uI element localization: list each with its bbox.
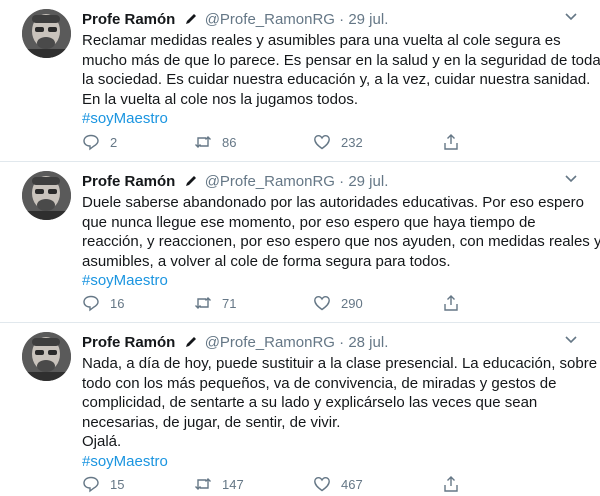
chevron-down-icon[interactable] (564, 174, 578, 184)
reply-icon (83, 476, 99, 493)
tweet-text: Nada, a día de hoy, puede sustituir a la… (82, 354, 598, 472)
share-icon (444, 476, 458, 492)
tweet-line: todo con los más pequeños, va de convive… (82, 374, 557, 392)
like-count: 467 (341, 477, 363, 492)
reply-count: 15 (110, 477, 125, 492)
reply-button[interactable]: 16 (82, 294, 124, 314)
tweet-line: complicidad, de sentarte a su lado y exp… (82, 394, 538, 411)
tweet-line: que nunca llegue ese momento, por eso es… (82, 213, 536, 231)
tweet-actions: 15 147 467 (82, 475, 502, 495)
author-name[interactable]: Profe Ramón (82, 334, 175, 351)
retweet-icon (195, 297, 211, 309)
tweet-line: Duele saberse abandonado por las autorid… (82, 194, 585, 211)
tweet-header: Profe Ramón @Profe_RamonRG · 29 jul. (82, 172, 560, 192)
tweet-text: Reclamar medidas reales y asumibles para… (82, 31, 600, 129)
share-button[interactable] (442, 294, 460, 314)
retweet-count: 147 (222, 477, 244, 492)
tweet-line: Ojalá. (82, 433, 122, 450)
reply-count: 16 (110, 296, 125, 311)
author-handle[interactable]: @Profe_RamonRG (205, 11, 335, 28)
tweet[interactable]: Profe Ramón @Profe_RamonRG · 29 jul. Due… (0, 162, 600, 323)
author-name[interactable]: Profe Ramón (82, 11, 175, 28)
heart-icon (314, 295, 330, 311)
tweet-text: Duele saberse abandonado por las autorid… (82, 193, 600, 291)
share-button[interactable] (442, 133, 460, 153)
tweet-header: Profe Ramón @Profe_RamonRG · 28 jul. (82, 333, 560, 353)
tweet-line: asumibles, a volver al cole de forma seg… (82, 252, 451, 270)
share-icon (444, 295, 458, 311)
tweet-line: En la vuelta al cole nos la jugamos todo… (82, 90, 358, 108)
retweet-icon (195, 136, 211, 148)
like-button[interactable]: 232 (313, 133, 363, 153)
tweet-header: Profe Ramón @Profe_RamonRG · 29 jul. (82, 10, 560, 30)
author-handle[interactable]: @Profe_RamonRG (205, 334, 335, 351)
share-icon (444, 134, 458, 150)
hashtag-link[interactable]: #soyMaestro (82, 271, 582, 291)
hashtag-link[interactable]: #soyMaestro (82, 109, 582, 129)
retweet-button[interactable]: 71 (194, 294, 236, 314)
retweet-count: 71 (222, 296, 237, 311)
chevron-down-icon[interactable] (564, 12, 578, 22)
hashtag-link[interactable]: #soyMaestro (82, 452, 582, 472)
reply-button[interactable]: 2 (82, 133, 117, 153)
reply-button[interactable]: 15 (82, 475, 124, 495)
chevron-down-icon[interactable] (564, 335, 578, 345)
author-handle[interactable]: @Profe_RamonRG (205, 173, 335, 190)
tweet-date[interactable]: 28 jul. (348, 334, 388, 351)
tweet-line: Nada, a día de hoy, puede sustituir a la… (82, 355, 598, 372)
tweet-date[interactable]: 29 jul. (348, 11, 388, 28)
separator-dot: · (339, 334, 345, 351)
like-button[interactable]: 467 (313, 475, 363, 495)
reply-count: 2 (110, 135, 118, 150)
heart-icon (314, 476, 330, 492)
reply-icon (83, 134, 99, 151)
like-button[interactable]: 290 (313, 294, 363, 314)
tweet-line: Reclamar medidas reales y asumibles para… (82, 32, 561, 49)
avatar[interactable] (22, 332, 71, 381)
author-name[interactable]: Profe Ramón (82, 173, 175, 190)
tweet-line: reacción, y reaccionen, por eso espero q… (82, 233, 600, 250)
like-count: 290 (341, 296, 363, 311)
retweet-button[interactable]: 147 (194, 475, 244, 495)
avatar[interactable] (22, 171, 71, 220)
tweet-line: necesarias, de jugar, de sentir, de vivi… (82, 413, 341, 431)
reply-icon (83, 295, 99, 312)
pencil-icon (185, 14, 196, 24)
like-count: 232 (341, 135, 363, 150)
tweet[interactable]: Profe Ramón @Profe_RamonRG · 28 jul. Nad… (0, 323, 600, 496)
tweet-line: mucho más de que lo parece. Es pensar en… (82, 51, 600, 69)
pencil-icon (185, 337, 196, 347)
retweet-count: 86 (222, 135, 237, 150)
tweet-actions: 16 71 290 (82, 294, 502, 314)
separator-dot: · (339, 173, 345, 190)
retweet-icon (195, 478, 211, 490)
tweet-actions: 2 86 232 (82, 133, 502, 153)
separator-dot: · (339, 11, 345, 28)
avatar[interactable] (22, 9, 71, 58)
tweet-date[interactable]: 29 jul. (348, 173, 388, 190)
retweet-button[interactable]: 86 (194, 133, 236, 153)
tweet-timeline: Profe Ramón @Profe_RamonRG · 29 jul. Rec… (0, 0, 600, 496)
share-button[interactable] (442, 475, 460, 495)
pencil-icon (185, 176, 196, 186)
tweet[interactable]: Profe Ramón @Profe_RamonRG · 29 jul. Rec… (0, 0, 600, 162)
tweet-line: la sociedad. Es cuidar nuestra educación… (82, 71, 591, 88)
heart-icon (314, 134, 330, 150)
